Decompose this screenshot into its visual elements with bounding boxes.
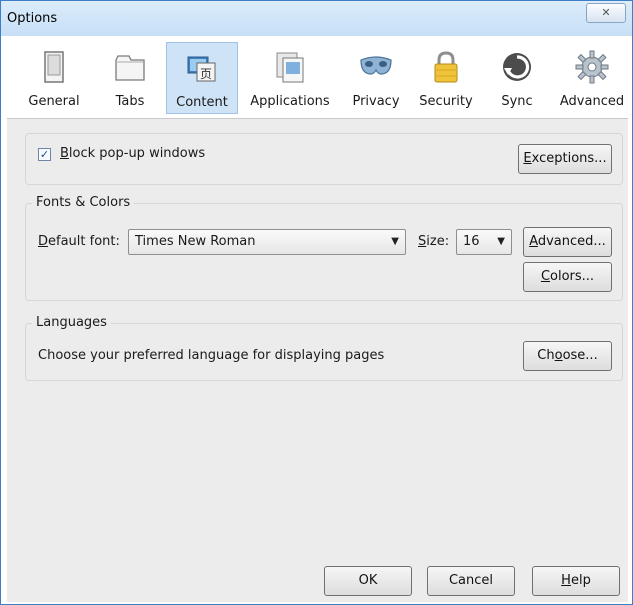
padlock-icon (434, 51, 458, 83)
language-description: Choose your preferred language for displ… (38, 348, 385, 363)
choose-language-button[interactable]: Choose... (523, 341, 612, 371)
tab-security[interactable]: Security (413, 42, 479, 114)
colors-button[interactable]: Colors... (523, 262, 612, 292)
font-size-select[interactable]: 16 ▼ (456, 229, 512, 255)
general-icon (44, 51, 64, 83)
languages-legend: Languages (32, 315, 111, 330)
exceptions-button[interactable]: Exceptions... (518, 144, 612, 174)
options-window: Options ✕ General Tabs 页 Content Applica… (0, 0, 633, 605)
tab-privacy[interactable]: Privacy (345, 42, 407, 114)
fonts-colors-group: Fonts & Colors Default font: Times New R… (25, 195, 623, 301)
gear-icon (575, 50, 609, 84)
tab-tabs[interactable]: Tabs (102, 42, 158, 114)
languages-group: Languages Choose your preferred language… (25, 315, 623, 381)
tab-sync[interactable]: Sync (488, 42, 546, 114)
content-panel: ✓ Block pop-up windows Exceptions... Fon… (7, 119, 628, 602)
tab-advanced[interactable]: Advanced (556, 42, 628, 114)
tab-applications-label: Applications (250, 94, 330, 109)
svg-text:页: 页 (200, 67, 212, 81)
preferences-toolbar: General Tabs 页 Content Applications Priv… (7, 36, 628, 119)
sync-icon (503, 53, 531, 81)
cancel-button[interactable]: Cancel (427, 566, 515, 596)
default-font-label: Default font: (38, 234, 120, 249)
tab-general-label: General (28, 94, 80, 109)
dropdown-arrow-icon: ▼ (391, 236, 399, 247)
ok-button[interactable]: OK (324, 566, 412, 596)
fonts-colors-legend: Fonts & Colors (32, 195, 135, 210)
applications-icon (276, 52, 304, 83)
tab-content[interactable]: 页 Content (166, 42, 238, 114)
block-popups-checkbox[interactable]: ✓ (38, 148, 51, 161)
close-button[interactable]: ✕ (586, 3, 626, 23)
block-popups-label[interactable]: Block pop-up windows (60, 146, 205, 161)
help-button[interactable]: Help (532, 566, 620, 596)
title-bar[interactable]: Options ✕ (1, 1, 632, 36)
popup-group: ✓ Block pop-up windows Exceptions... (25, 133, 623, 185)
font-size-value: 16 (463, 234, 480, 249)
default-font-value: Times New Roman (135, 234, 256, 249)
tab-privacy-label: Privacy (352, 94, 400, 109)
tab-content-label: Content (176, 95, 228, 110)
tab-general[interactable]: General (24, 42, 84, 114)
tab-security-label: Security (419, 94, 473, 109)
default-font-select[interactable]: Times New Roman ▼ (128, 229, 406, 255)
tab-advanced-label: Advanced (559, 94, 625, 109)
privacy-mask-icon (360, 56, 392, 75)
window-title: Options (7, 11, 58, 26)
tab-tabs-label: Tabs (115, 94, 145, 109)
tabs-icon (115, 55, 145, 81)
size-label: Size: (418, 234, 450, 249)
tab-applications[interactable]: Applications (245, 42, 335, 114)
dropdown-arrow-icon: ▼ (497, 236, 505, 247)
content-icon: 页 (187, 56, 216, 82)
advanced-fonts-button[interactable]: Advanced... (523, 227, 612, 257)
tab-sync-label: Sync (501, 94, 533, 109)
